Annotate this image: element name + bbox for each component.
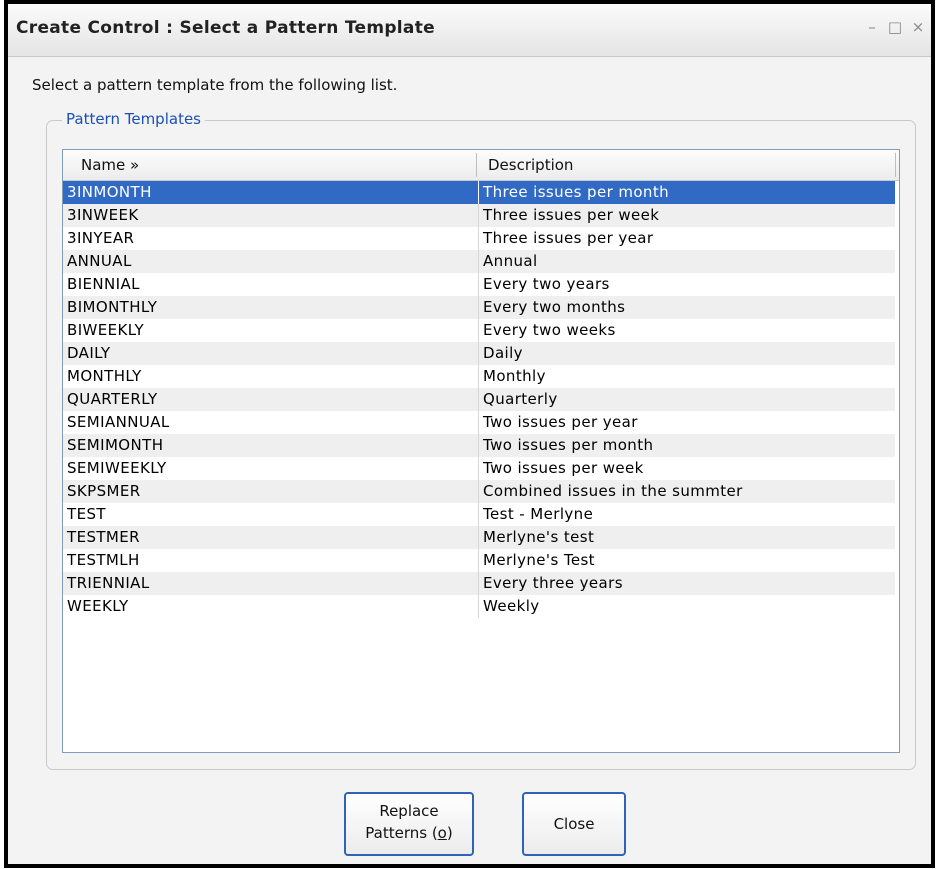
row-name: 3INMONTH: [67, 183, 152, 201]
row-name: WEEKLY: [67, 597, 129, 615]
replace-label-text: Patterns (: [365, 824, 438, 842]
row-name: TRIENNIAL: [67, 574, 150, 592]
column-header-description[interactable]: Description: [488, 150, 573, 180]
row-description: Every two weeks: [483, 321, 616, 339]
instruction-text: Select a pattern template from the follo…: [32, 76, 398, 94]
row-divider: [478, 434, 479, 457]
row-description: Three issues per year: [483, 229, 654, 247]
table-row[interactable]: TRIENNIAL Every three years: [63, 572, 895, 595]
title-bar[interactable]: Create Control : Select a Pattern Templa…: [8, 4, 931, 57]
replace-label-line1: Replace: [379, 802, 439, 820]
close-button[interactable]: Close: [522, 792, 626, 856]
row-name: ANNUAL: [67, 252, 132, 270]
row-description: Daily: [483, 344, 523, 362]
table-row[interactable]: BIENNIAL Every two years: [63, 273, 895, 296]
row-divider: [478, 204, 479, 227]
row-name: SEMIMONTH: [67, 436, 164, 454]
replace-label-suffix: ): [446, 824, 453, 842]
row-name: 3INYEAR: [67, 229, 135, 247]
row-divider: [478, 549, 479, 572]
dialog-window: Create Control : Select a Pattern Templa…: [4, 0, 935, 868]
row-divider: [478, 480, 479, 503]
row-name: SEMIWEEKLY: [67, 459, 167, 477]
row-divider: [478, 503, 479, 526]
row-name: DAILY: [67, 344, 111, 362]
dialog-title: Create Control : Select a Pattern Templa…: [16, 18, 435, 38]
row-description: Two issues per month: [483, 436, 654, 454]
pattern-template-list[interactable]: Name » Description 3INMONTH Three issues …: [62, 149, 900, 753]
table-row[interactable]: SKPSMER Combined issues in the summter: [63, 480, 895, 503]
row-name: QUARTERLY: [67, 390, 158, 408]
row-divider: [478, 411, 479, 434]
row-name: TEST: [67, 505, 106, 523]
row-divider: [478, 227, 479, 250]
table-row[interactable]: MONTHLY Monthly: [63, 365, 895, 388]
replace-label-line2: Patterns (o): [346, 822, 472, 844]
close-icon[interactable]: ×: [909, 18, 927, 36]
row-description: Every three years: [483, 574, 623, 592]
row-description: Merlyne's Test: [483, 551, 595, 569]
row-description: Two issues per year: [483, 413, 638, 431]
table-row[interactable]: 3INYEAR Three issues per year: [63, 227, 895, 250]
table-row[interactable]: SEMIWEEKLY Two issues per week: [63, 457, 895, 480]
row-name: SKPSMER: [67, 482, 141, 500]
row-divider: [478, 457, 479, 480]
row-divider: [478, 365, 479, 388]
replace-patterns-button[interactable]: Replace Patterns (o): [344, 792, 474, 856]
table-row[interactable]: BIMONTHLY Every two months: [63, 296, 895, 319]
table-row[interactable]: QUARTERLY Quarterly: [63, 388, 895, 411]
table-row[interactable]: BIWEEKLY Every two weeks: [63, 319, 895, 342]
row-name: MONTHLY: [67, 367, 142, 385]
row-divider: [478, 595, 479, 618]
row-name: BIWEEKLY: [67, 321, 145, 339]
table-row[interactable]: SEMIANNUAL Two issues per year: [63, 411, 895, 434]
row-description: Quarterly: [483, 390, 558, 408]
row-name: TESTMLH: [67, 551, 140, 569]
minimize-icon[interactable]: –: [863, 18, 881, 36]
row-name: 3INWEEK: [67, 206, 139, 224]
row-divider: [478, 296, 479, 319]
table-row[interactable]: 3INMONTH Three issues per month: [63, 181, 895, 204]
row-divider: [478, 388, 479, 411]
group-legend: Pattern Templates: [62, 110, 205, 128]
list-header: Name » Description: [63, 150, 899, 181]
list-rows: 3INMONTH Three issues per month 3INWEEK Thr…: [63, 181, 899, 618]
row-name: SEMIANNUAL: [67, 413, 170, 431]
column-header-name[interactable]: Name »: [81, 150, 139, 180]
table-row[interactable]: 3INWEEK Three issues per week: [63, 204, 895, 227]
row-divider: [478, 250, 479, 273]
row-name: TESTMER: [67, 528, 140, 546]
row-description: Three issues per month: [483, 183, 670, 201]
row-description: Combined issues in the summter: [483, 482, 743, 500]
table-row[interactable]: SEMIMONTH Two issues per month: [63, 434, 895, 457]
row-description: Merlyne's test: [483, 528, 595, 546]
row-name: BIENNIAL: [67, 275, 140, 293]
row-description: Every two years: [483, 275, 610, 293]
table-row[interactable]: TEST Test - Merlyne: [63, 503, 895, 526]
maximize-icon[interactable]: □: [886, 18, 904, 36]
row-description: Annual: [483, 252, 538, 270]
table-row[interactable]: WEEKLY Weekly: [63, 595, 895, 618]
row-description: Every two months: [483, 298, 626, 316]
column-divider[interactable]: [895, 153, 896, 177]
column-divider[interactable]: [476, 153, 477, 177]
row-description: Test - Merlyne: [483, 505, 594, 523]
row-description: Weekly: [483, 597, 540, 615]
row-name: BIMONTHLY: [67, 298, 158, 316]
row-description: Monthly: [483, 367, 546, 385]
row-divider: [478, 273, 479, 296]
table-row[interactable]: TESTMER Merlyne's test: [63, 526, 895, 549]
row-divider: [478, 526, 479, 549]
row-description: Two issues per week: [483, 459, 644, 477]
row-divider: [478, 342, 479, 365]
row-description: Three issues per week: [483, 206, 660, 224]
table-row[interactable]: TESTMLH Merlyne's Test: [63, 549, 895, 572]
replace-accelerator: o: [437, 824, 447, 842]
table-row[interactable]: ANNUAL Annual: [63, 250, 895, 273]
table-row[interactable]: DAILY Daily: [63, 342, 895, 365]
row-divider: [478, 181, 479, 204]
row-divider: [478, 572, 479, 595]
row-divider: [478, 319, 479, 342]
